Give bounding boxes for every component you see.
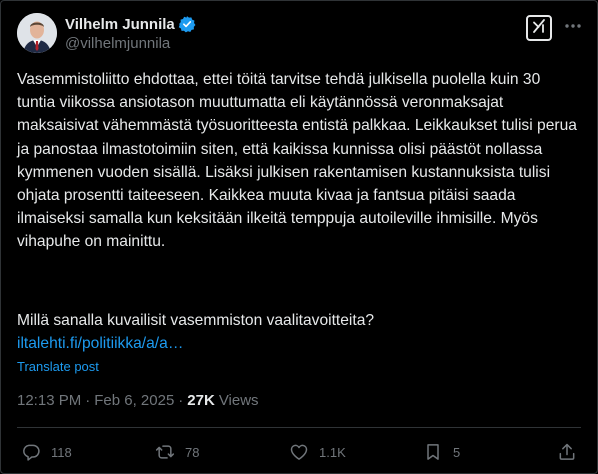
share-button[interactable]: [557, 441, 577, 463]
reply-icon: [21, 442, 41, 462]
tweet-card: Vilhelm Junnila @vilhelmjunnila Vasemmis…: [0, 0, 598, 474]
verified-badge-icon: [178, 15, 196, 33]
divider: [17, 427, 581, 428]
avatar[interactable]: [17, 13, 57, 53]
bookmark-icon: [423, 442, 443, 462]
meta-separator: ·: [178, 392, 184, 409]
views-count: 27K: [187, 392, 215, 409]
tweet-meta: 12:13 PM · Feb 6, 2025 · 27K Views: [17, 392, 259, 409]
reply-button[interactable]: 118: [21, 441, 72, 463]
more-options-button[interactable]: [562, 17, 584, 39]
grok-icon: [531, 18, 547, 39]
translate-post-link[interactable]: Translate post: [17, 359, 99, 374]
reply-count: 118: [51, 444, 72, 460]
tweet-question: Millä sanalla kuvailisit vasemmiston vaa…: [17, 312, 375, 329]
tweet-actions: 118 78 1.1K 5: [17, 441, 581, 463]
tweet-link[interactable]: iltalehti.fi/politiikka/a/a…: [17, 333, 183, 355]
author-display-name[interactable]: Vilhelm Junnila: [65, 16, 175, 33]
avatar-image: [17, 13, 57, 53]
tweet-date[interactable]: Feb 6, 2025: [94, 392, 174, 409]
tweet-text: Vasemmistoliitto ehdottaa, ettei töitä t…: [17, 71, 582, 251]
repost-button[interactable]: 78: [155, 441, 199, 463]
author-handle[interactable]: @vilhelmjunnila: [65, 35, 170, 52]
repost-count: 78: [185, 444, 200, 460]
grok-button[interactable]: [526, 15, 552, 41]
like-button[interactable]: 1.1K: [289, 441, 346, 463]
tweet-time[interactable]: 12:13 PM: [17, 392, 81, 409]
repost-icon: [155, 442, 175, 462]
author-name-row: Vilhelm Junnila: [65, 14, 196, 34]
more-icon: [563, 16, 583, 41]
bookmark-count: 5: [453, 444, 461, 460]
like-count: 1.1K: [319, 444, 346, 460]
share-icon: [557, 442, 577, 462]
heart-icon: [289, 442, 309, 462]
views-label: Views: [218, 392, 259, 409]
bookmark-button[interactable]: 5: [423, 441, 460, 463]
meta-separator: ·: [85, 392, 91, 409]
